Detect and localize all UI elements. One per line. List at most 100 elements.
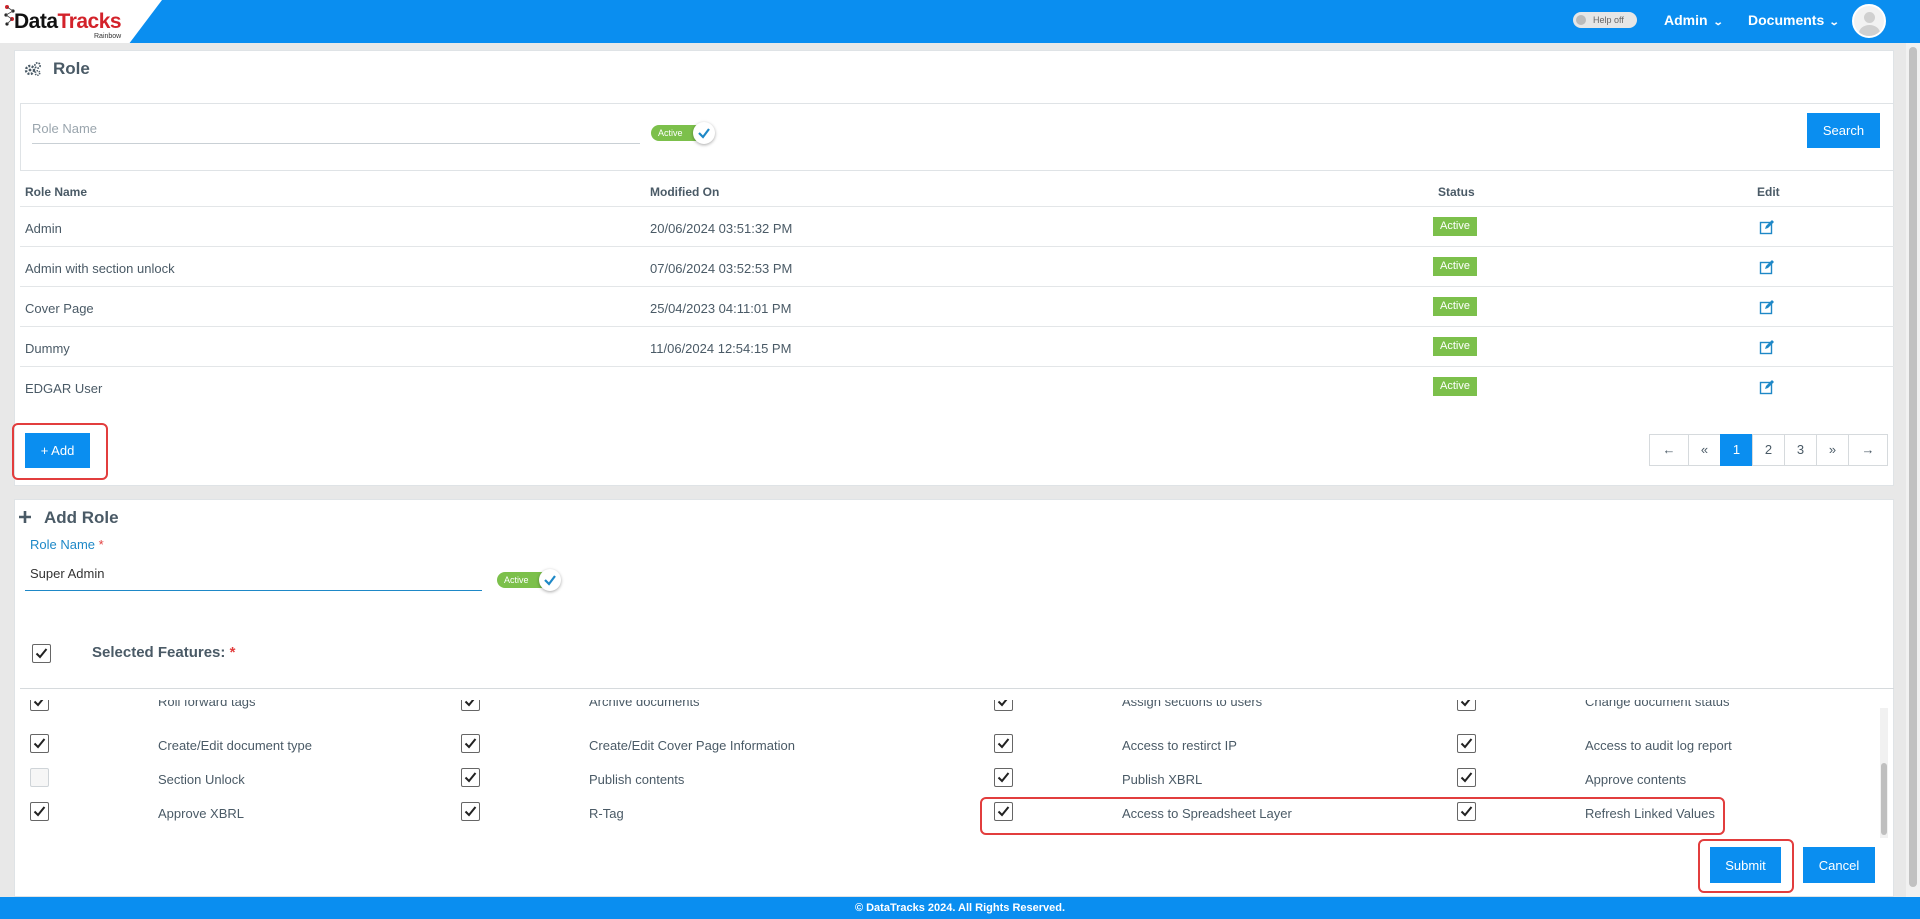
checkmark-icon: [1460, 772, 1473, 783]
feature-label: Create/Edit document type: [158, 738, 312, 753]
status-badge: Active: [1433, 337, 1477, 356]
feature-label: Assign sections to users: [1122, 700, 1263, 709]
checkmark-icon: [997, 738, 1010, 749]
chevron-down-icon: ⌄: [1712, 17, 1724, 28]
column-header-edit: Edit: [1757, 185, 1780, 199]
page-scrollbar-thumb[interactable]: [1909, 47, 1917, 887]
feature-checkbox[interactable]: [30, 768, 49, 787]
role-name-cell: Cover Page: [25, 301, 94, 316]
features-divider: [20, 688, 1894, 689]
plus-icon: [19, 511, 31, 523]
help-toggle-knob: [1576, 15, 1586, 25]
checkmark-icon: [464, 772, 477, 783]
logo-subtitle: Rainbow: [94, 33, 122, 40]
feature-checkbox[interactable]: [30, 700, 49, 711]
page-1-button[interactable]: 1: [1720, 434, 1753, 466]
edit-icon[interactable]: [1759, 259, 1775, 275]
pagination: ← « 1 2 3 » →: [1649, 434, 1888, 466]
features-scrollbar[interactable]: [1880, 708, 1888, 838]
add-role-button[interactable]: + Add: [25, 433, 90, 468]
feature-checkbox[interactable]: [461, 802, 480, 821]
chevron-down-icon: ⌄: [1828, 17, 1840, 28]
feature-label: Access to restirct IP: [1122, 738, 1237, 753]
admin-menu-label: Admin: [1664, 12, 1708, 28]
feature-checkbox[interactable]: [994, 734, 1013, 753]
check-icon: [544, 575, 556, 586]
last-page-button[interactable]: →: [1848, 434, 1888, 466]
feature-checkbox[interactable]: [461, 768, 480, 787]
feature-label: Access to audit log report: [1585, 738, 1732, 753]
checkmark-icon: [997, 772, 1010, 783]
avatar-body-shape: [1859, 25, 1880, 36]
table-row[interactable]: Cover Page 25/04/2023 04:11:01 PM Active: [20, 286, 1894, 326]
feature-label: R-Tag: [589, 806, 624, 821]
user-avatar[interactable]: [1852, 4, 1886, 38]
edit-icon[interactable]: [1759, 299, 1775, 315]
feature-checkbox[interactable]: [1457, 734, 1476, 753]
column-header-modified-on[interactable]: Modified On: [650, 185, 719, 199]
search-button[interactable]: Search: [1807, 113, 1880, 148]
footer: © DataTracks 2024. All Rights Reserved.: [0, 897, 1920, 919]
feature-checkbox[interactable]: [30, 734, 49, 753]
feature-checkbox[interactable]: [30, 802, 49, 821]
edit-icon[interactable]: [1759, 339, 1775, 355]
documents-menu-label: Documents: [1748, 12, 1825, 28]
status-badge: Active: [1433, 217, 1477, 236]
submit-button[interactable]: Submit: [1710, 847, 1781, 883]
feature-checkbox[interactable]: [994, 700, 1013, 711]
page-scrollbar[interactable]: [1906, 43, 1920, 897]
table-row[interactable]: EDGAR User Active: [20, 366, 1894, 406]
status-toggle-knob: [693, 122, 715, 144]
feature-checkbox[interactable]: [461, 700, 480, 711]
page-2-button[interactable]: 2: [1752, 434, 1785, 466]
column-header-role-name[interactable]: Role Name: [25, 185, 87, 199]
edit-icon[interactable]: [1759, 379, 1775, 395]
logo[interactable]: DataTracks Rainbow: [0, 0, 162, 43]
feature-checkbox[interactable]: [1457, 700, 1476, 711]
help-toggle[interactable]: Help off: [1573, 12, 1637, 28]
table-row[interactable]: Admin 20/06/2024 03:51:32 PM Active: [20, 206, 1894, 246]
check-icon: [698, 128, 710, 139]
checkmark-icon: [33, 700, 44, 707]
table-row[interactable]: Dummy 11/06/2024 12:54:15 PM Active: [20, 326, 1894, 366]
role-name-cell: Admin with section unlock: [25, 261, 175, 276]
role-name-field[interactable]: [25, 556, 482, 591]
feature-label: Roll forward tags: [158, 700, 256, 709]
feature-label: Change document status: [1585, 700, 1730, 709]
role-name-cell: Dummy: [25, 341, 70, 356]
checkmark-icon: [464, 738, 477, 749]
first-page-button[interactable]: ←: [1649, 434, 1689, 466]
required-marker: *: [229, 644, 236, 661]
feature-checkbox[interactable]: [994, 768, 1013, 787]
feature-label: Publish XBRL: [1122, 772, 1203, 787]
status-badge: Active: [1433, 257, 1477, 276]
table-row[interactable]: Admin with section unlock 07/06/2024 03:…: [20, 246, 1894, 286]
modified-on-cell: 25/04/2023 04:11:01 PM: [650, 301, 792, 316]
features-scrollbar-thumb[interactable]: [1881, 763, 1887, 835]
feature-checkbox[interactable]: [1457, 768, 1476, 787]
status-toggle[interactable]: Active: [651, 122, 715, 144]
modified-on-cell: 20/06/2024 03:51:32 PM: [650, 221, 793, 236]
column-header-status[interactable]: Status: [1438, 185, 1475, 199]
role-name-search-input[interactable]: [32, 114, 640, 144]
prev-page-button[interactable]: «: [1688, 434, 1721, 466]
feature-checkbox[interactable]: [461, 734, 480, 753]
feature-label: Archive documents: [589, 700, 700, 709]
select-all-features-checkbox[interactable]: [32, 644, 51, 663]
documents-menu[interactable]: Documents ⌄: [1748, 12, 1840, 28]
add-role-status-toggle[interactable]: Active: [497, 569, 561, 591]
feature-label: Approve contents: [1585, 772, 1687, 787]
checkmark-icon: [464, 806, 477, 817]
page-3-button[interactable]: 3: [1784, 434, 1817, 466]
gears-icon: [24, 62, 41, 77]
status-badge: Active: [1433, 297, 1477, 316]
next-page-button[interactable]: »: [1816, 434, 1849, 466]
edit-icon[interactable]: [1759, 219, 1775, 235]
checkmark-icon: [1460, 738, 1473, 749]
feature-label: Create/Edit Cover Page Information: [589, 738, 795, 753]
checkmark-icon: [1460, 700, 1471, 707]
selected-features-heading: Selected Features: *: [92, 644, 235, 661]
add-role-title: Add Role: [44, 508, 119, 527]
admin-menu[interactable]: Admin ⌄: [1664, 12, 1724, 28]
cancel-button[interactable]: Cancel: [1803, 847, 1875, 883]
